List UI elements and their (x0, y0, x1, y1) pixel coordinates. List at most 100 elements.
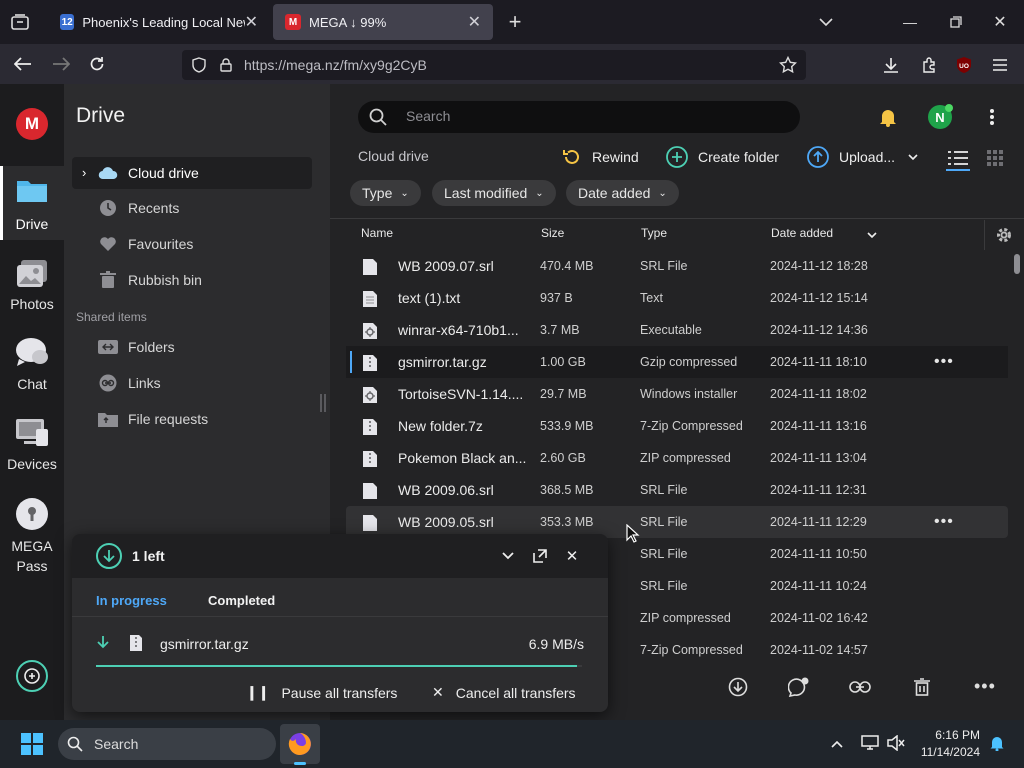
clock-time[interactable]: 6:16 PM (904, 728, 980, 742)
file-type: Windows installer (640, 387, 738, 401)
link-action-icon[interactable] (848, 677, 872, 697)
minimize-icon[interactable]: — (900, 12, 920, 32)
notifications-bell-icon[interactable] (876, 106, 900, 128)
close-tab-icon[interactable]: ✕ (245, 12, 258, 32)
share-action-icon[interactable] (788, 677, 810, 697)
more-actions-icon[interactable]: ••• (974, 676, 998, 696)
volume-muted-icon[interactable] (886, 734, 906, 752)
sidebar-item-links[interactable]: Links (72, 367, 312, 399)
table-row[interactable]: text (1).txt 937 B Text 2024-11-12 15:14 (346, 282, 1008, 314)
tab-completed[interactable]: Completed (208, 593, 275, 608)
tab-overview-icon[interactable] (8, 12, 32, 32)
sidebar-item-label: Rubbish bin (128, 272, 202, 288)
sidebar-item-cloud-drive[interactable]: › Cloud drive (72, 157, 312, 189)
scrollbar-thumb[interactable] (1014, 254, 1020, 274)
rail-label[interactable]: Photos (0, 296, 64, 312)
lock-icon[interactable] (218, 56, 234, 74)
column-header-size[interactable]: Size (541, 226, 564, 240)
pause-all-transfers-button[interactable]: ❙❙ Pause all transfers (246, 684, 397, 701)
file-type: Text (640, 291, 663, 305)
list-view-icon[interactable] (946, 147, 970, 171)
column-header-date-added[interactable]: Date added (771, 226, 833, 240)
rewind-button[interactable]: Rewind (562, 145, 639, 169)
create-folder-button[interactable]: Create folder (666, 145, 779, 169)
new-tab-icon[interactable]: + (504, 9, 526, 34)
browser-menu-icon[interactable] (990, 55, 1010, 75)
tab-mega[interactable]: M MEGA ↓ 99% ✕ (273, 4, 493, 40)
mega-logo-icon[interactable]: M (16, 108, 48, 140)
chevron-right-icon[interactable]: › (82, 165, 86, 180)
rail-label[interactable]: MEGA Pass (0, 536, 64, 576)
sidebar-item-recents[interactable]: Recents (72, 192, 312, 224)
file-type: 7-Zip Compressed (640, 643, 743, 657)
list-all-tabs-icon[interactable] (816, 12, 836, 32)
filter-last-modified[interactable]: Last modified ⌄ (432, 180, 556, 206)
column-settings-gear-icon[interactable] (994, 225, 1014, 245)
pass-icon[interactable] (16, 498, 48, 530)
trash-action-icon[interactable] (912, 676, 932, 698)
row-more-icon[interactable]: ••• (934, 346, 958, 378)
table-row[interactable]: TortoiseSVN-1.14.... 29.7 MB Windows insta… (346, 378, 1008, 410)
chat-icon[interactable] (14, 336, 50, 368)
table-row[interactable]: Pokemon Black an... 2.60 GB ZIP compressed… (346, 442, 1008, 474)
app-rail: M Drive Photos Chat Devices MEGA Pass (0, 84, 64, 720)
expand-panel-icon[interactable] (532, 548, 548, 564)
collapse-chevron-icon[interactable] (500, 550, 516, 562)
extensions-icon[interactable] (918, 54, 940, 76)
sidebar-resize-handle[interactable] (320, 394, 326, 412)
more-vertical-icon[interactable] (984, 106, 1000, 128)
windows-taskbar: Search 6:16 PM 11/14/2024 (0, 720, 1024, 768)
close-tab-icon[interactable]: ✕ (468, 12, 481, 32)
column-header-type[interactable]: Type (641, 226, 667, 240)
search-input[interactable]: Search (406, 108, 450, 124)
network-icon[interactable] (860, 734, 880, 752)
filter-date-added[interactable]: Date added ⌄ (566, 180, 679, 206)
tab-in-progress[interactable]: In progress (96, 593, 167, 608)
bookmark-star-icon[interactable] (778, 55, 798, 75)
table-row[interactable]: gsmirror.tar.gz 1.00 GB Gzip compressed 202… (346, 346, 1008, 378)
forward-icon[interactable] (50, 54, 72, 74)
sort-chevron-icon[interactable] (866, 230, 878, 240)
rail-label[interactable]: Devices (0, 456, 64, 472)
table-row[interactable]: WB 2009.06.srl 368.5 MB SRL File 2024-11-11… (346, 474, 1008, 506)
windows-start-icon[interactable] (20, 732, 44, 756)
clock-date[interactable]: 11/14/2024 (904, 745, 980, 759)
grid-view-icon[interactable] (985, 148, 1005, 168)
upload-button[interactable]: Upload... (807, 145, 919, 169)
show-hidden-icons-icon[interactable] (828, 736, 846, 752)
rail-label[interactable]: Chat (0, 376, 64, 392)
downloads-icon[interactable] (880, 54, 902, 76)
sidebar-item-file-requests[interactable]: File requests (72, 403, 312, 435)
table-row[interactable]: winrar-x64-710b1... 3.7 MB Executable 2024-… (346, 314, 1008, 346)
sync-status-icon[interactable] (16, 660, 48, 692)
reload-icon[interactable] (86, 54, 108, 74)
sidebar-item-favourites[interactable]: Favourites (72, 228, 312, 260)
filter-type[interactable]: Type ⌄ (350, 180, 421, 206)
file-size: 533.9 MB (540, 419, 594, 433)
download-action-icon[interactable] (728, 677, 748, 697)
sidebar-item-shared-folders[interactable]: Folders (72, 331, 312, 363)
sidebar-item-rubbish-bin[interactable]: Rubbish bin (72, 264, 312, 296)
search-bar[interactable]: Search (358, 101, 800, 133)
tracking-protection-icon[interactable] (190, 56, 208, 74)
cancel-all-transfers-button[interactable]: ✕ Cancel all transfers (432, 684, 576, 701)
file-date-added: 2024-11-12 14:36 (770, 323, 868, 337)
back-icon[interactable] (12, 54, 34, 74)
taskbar-search[interactable]: Search (58, 728, 276, 760)
table-row[interactable]: New folder.7z 533.9 MB 7-Zip Compressed 202… (346, 410, 1008, 442)
url-text[interactable]: https://mega.nz/fm/xy9g2CyB (244, 57, 427, 73)
address-bar[interactable]: https://mega.nz/fm/xy9g2CyB (182, 50, 806, 80)
notification-bell-icon[interactable] (988, 734, 1006, 752)
restore-icon[interactable] (946, 12, 966, 32)
breadcrumb[interactable]: Cloud drive (358, 148, 429, 164)
tab-phoenix-news[interactable]: 12 Phoenix's Leading Local News: ✕ (48, 4, 270, 40)
close-panel-icon[interactable]: ✕ (564, 548, 580, 565)
table-row[interactable]: WB 2009.07.srl 470.4 MB SRL File 2024-11-12… (346, 250, 1008, 282)
photos-icon[interactable] (16, 258, 48, 290)
row-more-icon[interactable]: ••• (934, 506, 958, 538)
devices-icon[interactable] (14, 416, 50, 448)
ublock-icon[interactable]: UO (954, 55, 974, 75)
folder-icon (16, 176, 48, 204)
close-window-icon[interactable]: ✕ (990, 12, 1010, 32)
column-header-name[interactable]: Name (361, 226, 393, 240)
